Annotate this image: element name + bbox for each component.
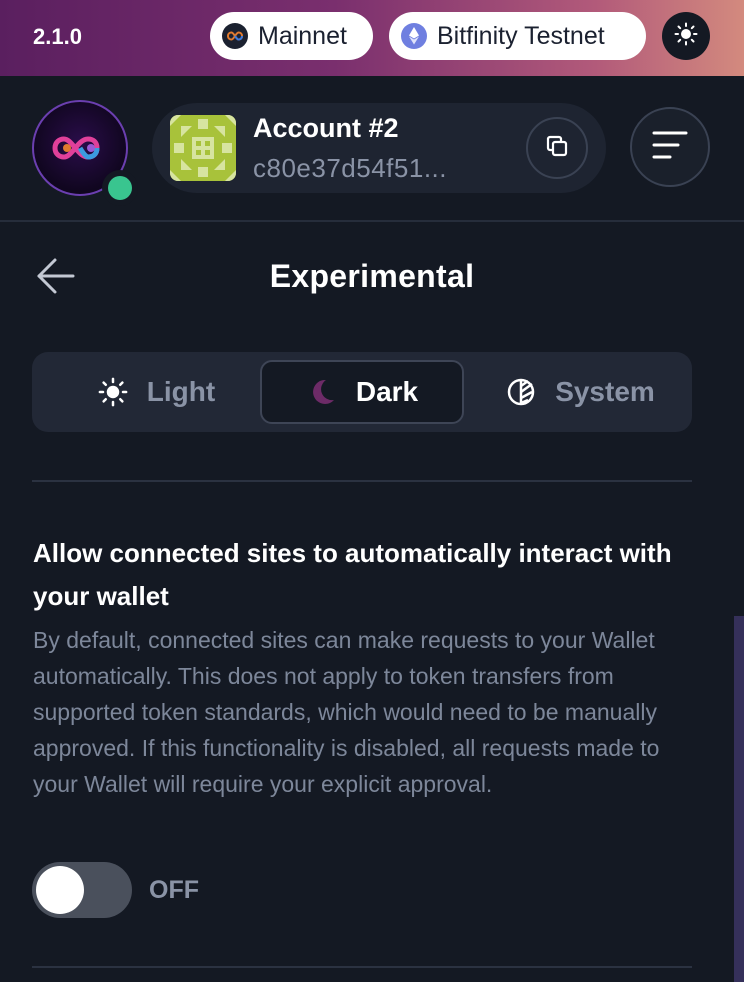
account-avatar — [170, 115, 236, 181]
wallet-logo[interactable] — [32, 100, 138, 206]
auto-interact-toggle[interactable] — [32, 862, 132, 918]
account-header: Account #2 c80e37d54f51... — [0, 76, 744, 222]
moon-icon — [306, 376, 338, 408]
theme-option-light[interactable]: Light — [50, 360, 262, 424]
theme-option-label: Dark — [355, 376, 419, 407]
online-status-dot — [102, 170, 138, 206]
infinity-logo-icon — [222, 23, 248, 49]
theme-option-system[interactable]: System — [476, 360, 684, 424]
account-address: c80e37d54f51... — [253, 153, 447, 183]
copy-address-button[interactable] — [526, 117, 588, 179]
network-pill-mainnet[interactable]: Mainnet — [210, 12, 373, 60]
sun-icon — [97, 376, 129, 408]
toggle-knob — [36, 866, 84, 914]
theme-option-dark[interactable]: Dark — [260, 360, 464, 424]
toggle-state-label: OFF — [149, 876, 199, 904]
setting-description: By default, connected sites can make req… — [33, 627, 660, 797]
menu-button[interactable] — [630, 107, 710, 187]
section-divider — [32, 480, 692, 482]
ethereum-icon — [401, 23, 427, 49]
theme-toggle-button[interactable] — [662, 12, 710, 60]
network-pill-label: Bitfinity Testnet — [437, 21, 605, 50]
version-label: 2.1.0 — [33, 24, 82, 49]
theme-option-label: System — [555, 376, 655, 407]
network-pill-bitfinity[interactable]: Bitfinity Testnet — [389, 12, 646, 60]
scrollbar[interactable] — [734, 616, 744, 982]
top-bar: 2.1.0 Mainnet Bitfinity Testnet — [0, 0, 744, 76]
theme-selector: Light Dark System — [32, 352, 692, 432]
half-circle-icon — [505, 376, 537, 408]
copy-icon — [544, 133, 570, 164]
page-title: Experimental — [269, 258, 475, 294]
menu-icon — [652, 130, 688, 165]
setting-title: Allow connected sites to automatically i… — [33, 538, 672, 611]
sun-icon — [674, 22, 698, 51]
account-name: Account #2 — [253, 113, 399, 143]
section-divider — [32, 966, 692, 968]
account-card[interactable]: Account #2 c80e37d54f51... — [152, 103, 606, 193]
theme-option-label: Light — [146, 376, 216, 407]
network-pill-label: Mainnet — [258, 21, 347, 50]
